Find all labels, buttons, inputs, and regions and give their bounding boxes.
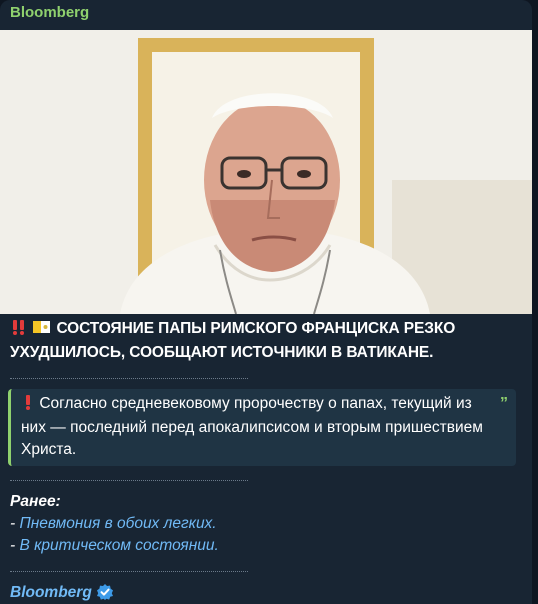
photo-image xyxy=(0,30,532,314)
verified-badge-icon xyxy=(96,583,114,604)
link-critical-condition[interactable]: В критическом состоянии. xyxy=(19,537,218,554)
earlier-item: - Пневмония в обоих легких. xyxy=(10,513,522,535)
earlier-label: Ранее: xyxy=(10,493,61,510)
divider xyxy=(10,557,248,572)
message-photo[interactable] xyxy=(0,30,532,314)
red-exclamation-icon xyxy=(21,394,35,417)
double-exclamation-icon xyxy=(10,319,28,342)
quote-text: Согласно средневековому пророчеству о па… xyxy=(21,395,483,458)
divider xyxy=(10,466,248,481)
earlier-item: - В критическом состоянии. xyxy=(10,535,522,557)
quote-mark-icon: ” xyxy=(500,395,508,412)
signature-link[interactable]: Bloomberg xyxy=(10,584,92,601)
channel-name[interactable]: Bloomberg xyxy=(10,4,89,21)
vatican-flag-icon xyxy=(32,319,52,342)
message-bubble: Bloomberg СОСТОЯНИЕ ПАПЫ РИМСКОГО ФРАНЦИ… xyxy=(0,0,532,604)
signature: Bloomberg xyxy=(10,582,522,604)
headline-text: СОСТОЯНИЕ ПАПЫ РИМСКОГО ФРАНЦИСКА РЕЗКО … xyxy=(10,320,456,361)
link-pneumonia[interactable]: Пневмония в обоих легких. xyxy=(19,515,216,532)
blockquote: Согласно средневековому пророчеству о па… xyxy=(8,389,516,466)
divider xyxy=(10,364,248,379)
message-text: СОСТОЯНИЕ ПАПЫ РИМСКОГО ФРАНЦИСКА РЕЗКО … xyxy=(8,318,522,604)
headline: СОСТОЯНИЕ ПАПЫ РИМСКОГО ФРАНЦИСКА РЕЗКО … xyxy=(10,318,522,364)
